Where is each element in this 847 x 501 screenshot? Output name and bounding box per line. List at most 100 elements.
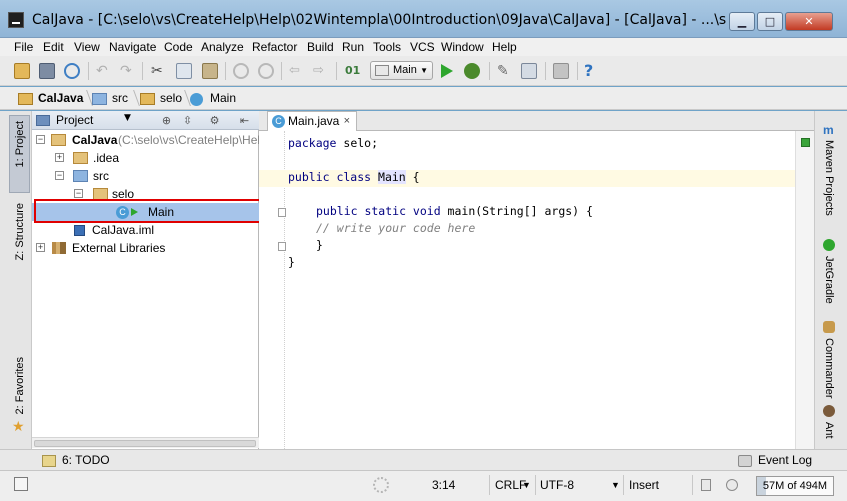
insert-mode[interactable]: Insert — [629, 478, 659, 492]
hide-panel-icon[interactable]: ⇤ — [238, 114, 251, 127]
minimize-button[interactable]: ▁ — [729, 12, 755, 31]
todo-icon — [42, 455, 56, 467]
intellij-app-icon — [8, 12, 24, 28]
gear-icon[interactable]: ⚙ — [208, 114, 221, 127]
tool-tab-project[interactable]: 1: Project — [14, 121, 26, 167]
project-folder-icon — [51, 134, 66, 146]
scrollbar-thumb[interactable] — [34, 440, 256, 447]
tree-item-idea[interactable]: + .idea — [32, 149, 259, 167]
help-icon[interactable]: ? — [584, 63, 600, 79]
chevron-down-icon[interactable]: ▼ — [124, 113, 131, 123]
collapse-icon[interactable]: − — [36, 135, 45, 144]
sync-icon[interactable] — [64, 63, 80, 79]
bottom-tool-bar: 6: TODO Event Log — [0, 449, 847, 470]
folder-icon — [73, 152, 88, 164]
menu-refactor[interactable]: Refactor — [252, 40, 297, 54]
collapse-icon[interactable]: − — [55, 171, 64, 180]
error-stripe — [795, 131, 814, 449]
breadcrumb-src[interactable]: src — [92, 91, 128, 107]
menu-run[interactable]: Run — [342, 40, 364, 54]
event-log-button[interactable]: Event Log — [738, 453, 812, 467]
cut-icon[interactable]: ✂ — [151, 63, 167, 79]
commander-icon — [823, 321, 835, 333]
breadcrumb: CalJava src selo Main — [0, 87, 847, 110]
copy-icon[interactable] — [176, 63, 192, 79]
java-class-icon — [190, 93, 203, 106]
code-line-1: package selo; — [288, 136, 379, 150]
tree-item-src[interactable]: − src — [32, 167, 259, 185]
close-button[interactable]: ✕ — [785, 12, 833, 31]
tool-tab-jetgradle[interactable]: JetGradle — [823, 239, 835, 304]
collapse-all-icon[interactable]: ⇳ — [181, 114, 194, 127]
menu-vcs[interactable]: VCS — [410, 40, 435, 54]
project-view-select[interactable]: Project — [36, 113, 93, 127]
breadcrumb-main[interactable]: Main — [190, 91, 236, 107]
fold-marker-icon[interactable] — [278, 208, 286, 217]
collapse-icon[interactable]: − — [74, 189, 83, 198]
sdk-icon[interactable] — [553, 63, 569, 79]
tool-tab-ant[interactable]: Ant — [823, 405, 835, 447]
redo-icon[interactable]: ↷ — [120, 63, 136, 79]
menu-code[interactable]: Code — [164, 40, 193, 54]
menu-tools[interactable]: Tools — [373, 40, 401, 54]
project-panel: Project ▼ ⊕ ⇳ ⚙ ⇤ − CalJava (C:\selo\vs\… — [32, 111, 267, 449]
paste-icon[interactable] — [202, 63, 218, 79]
menu-build[interactable]: Build — [307, 40, 334, 54]
code-line-8: } — [288, 255, 295, 269]
project-horizontal-scrollbar[interactable] — [32, 437, 259, 448]
scroll-from-source-icon[interactable]: ⊕ — [160, 114, 173, 127]
menu-edit[interactable]: Edit — [43, 40, 64, 54]
run-config-select[interactable]: Main ▼ — [370, 61, 433, 80]
tree-item-caljava[interactable]: − CalJava (C:\selo\vs\CreateHelp\Help — [32, 131, 267, 149]
back-icon[interactable]: ⇦ — [289, 63, 305, 79]
settings-icon[interactable]: ✎ — [497, 63, 513, 79]
inspector-icon[interactable] — [726, 479, 738, 491]
caret-position[interactable]: 3:14 — [432, 478, 455, 492]
menu-window[interactable]: Window — [441, 40, 484, 54]
lock-icon[interactable] — [701, 479, 711, 491]
menu-help[interactable]: Help — [492, 40, 517, 54]
menu-view[interactable]: View — [74, 40, 100, 54]
debug-icon[interactable] — [464, 63, 480, 79]
right-tool-stripe: mMaven Projects JetGradle Commander Ant — [814, 111, 847, 449]
gradle-icon — [823, 239, 835, 251]
code-line-5: public static void main(String[] args) { — [316, 204, 593, 218]
menu-analyze[interactable]: Analyze — [201, 40, 244, 54]
maximize-button[interactable]: □ — [757, 12, 783, 31]
make-icon[interactable]: 01 — [345, 63, 361, 79]
forward-icon[interactable]: ⇨ — [313, 63, 329, 79]
menu-navigate[interactable]: Navigate — [109, 40, 156, 54]
run-icon[interactable] — [441, 64, 453, 78]
find-icon[interactable] — [233, 63, 249, 79]
tree-item-caljava-iml[interactable]: CalJava.iml — [32, 221, 259, 239]
project-panel-header: Project ▼ ⊕ ⇳ ⚙ ⇤ — [32, 111, 259, 130]
memory-indicator[interactable]: 57M of 494M — [756, 476, 834, 496]
save-icon[interactable] — [39, 63, 55, 79]
toggle-tool-windows-icon[interactable] — [14, 477, 28, 491]
source-folder-icon — [92, 93, 107, 105]
undo-icon[interactable]: ↶ — [96, 63, 112, 79]
fold-marker-icon[interactable] — [278, 242, 286, 251]
ant-icon — [823, 405, 835, 417]
tool-tab-maven-projects[interactable]: mMaven Projects — [823, 123, 835, 216]
menu-file[interactable]: File — [14, 40, 33, 54]
replace-icon[interactable] — [258, 63, 274, 79]
todo-tool-button[interactable]: 6: TODO — [42, 453, 110, 467]
chevron-down-icon: ▼ — [420, 66, 428, 75]
expand-icon[interactable]: + — [36, 243, 45, 252]
tool-tab-commander[interactable]: Commander — [823, 321, 835, 399]
breadcrumb-caljava[interactable]: CalJava — [18, 91, 83, 107]
source-folder-icon — [73, 170, 88, 182]
tree-item-external-libraries[interactable]: + External Libraries — [32, 239, 259, 257]
tool-tab-favorites[interactable]: 2: Favorites — [14, 357, 26, 414]
expand-icon[interactable]: + — [55, 153, 64, 162]
file-encoding[interactable]: UTF-8 — [540, 478, 574, 492]
breadcrumb-selo[interactable]: selo — [140, 91, 182, 107]
tool-tab-structure[interactable]: Z: Structure — [14, 203, 26, 260]
project-view-icon — [36, 115, 50, 126]
structure-icon[interactable] — [521, 63, 537, 79]
code-editor[interactable]: package selo; public class Main { public… — [259, 131, 814, 449]
open-icon[interactable] — [14, 63, 30, 79]
tab-main-java[interactable]: C Main.java × — [267, 111, 357, 131]
close-tab-icon[interactable]: × — [344, 112, 350, 130]
